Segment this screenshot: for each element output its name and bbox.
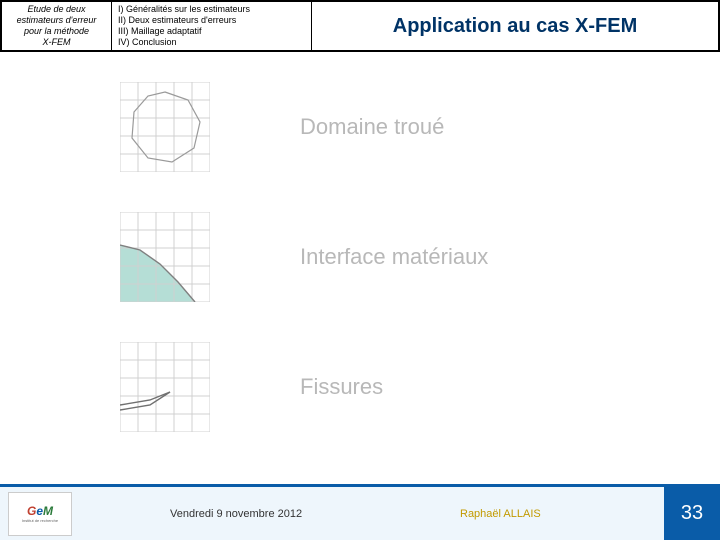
slide-title: Application au cas X-FEM <box>312 2 718 50</box>
label-interface-materiaux: Interface matériaux <box>300 244 488 270</box>
hole-polygon-icon <box>132 92 200 162</box>
logo-subtext: Institut de recherche <box>22 518 58 523</box>
content-area: Domaine troué Interface matériaux Fissur… <box>0 52 720 482</box>
footer-bar: GeM Institut de recherche Vendredi 9 nov… <box>0 484 720 540</box>
toc-item-iii: III) Maillage adaptatif <box>118 26 305 37</box>
grid-icon <box>120 342 210 432</box>
footer-author: Raphaël ALLAIS <box>460 508 541 520</box>
label-fissures: Fissures <box>300 374 383 400</box>
header-toc-box: I) Généralités sur les estimateurs II) D… <box>112 2 312 50</box>
toc-item-iv: IV) Conclusion <box>118 37 305 48</box>
row-domaine-troue: Domaine troué <box>0 82 444 172</box>
row-interface-materiaux: Interface matériaux <box>0 212 488 302</box>
interface-fill-icon <box>120 245 195 302</box>
row-fissures: Fissures <box>0 342 383 432</box>
grid-icon <box>120 212 210 302</box>
crack-line-icon <box>120 392 170 405</box>
thumb-interface-materiaux <box>120 212 210 302</box>
thumb-domaine-troue <box>120 82 210 172</box>
header-bar: Etude de deux estimateurs d'erreur pour … <box>0 0 720 52</box>
header-left-box: Etude de deux estimateurs d'erreur pour … <box>2 2 112 50</box>
footer-date: Vendredi 9 novembre 2012 <box>170 508 302 520</box>
logo-text: GeM <box>27 504 53 518</box>
footer-page-number: 33 <box>664 487 720 540</box>
header-left-line2: estimateurs d'erreur <box>6 15 107 26</box>
grid-icon <box>120 82 210 172</box>
header-left-line4: X-FEM <box>6 37 107 48</box>
label-domaine-troue: Domaine troué <box>300 114 444 140</box>
header-left-line3: pour la méthode <box>6 26 107 37</box>
header-left-line1: Etude de deux <box>6 4 107 15</box>
toc-item-i: I) Généralités sur les estimateurs <box>118 4 305 15</box>
thumb-fissures <box>120 342 210 432</box>
toc-item-ii: II) Deux estimateurs d'erreurs <box>118 15 305 26</box>
logo-gem: GeM Institut de recherche <box>8 492 72 536</box>
